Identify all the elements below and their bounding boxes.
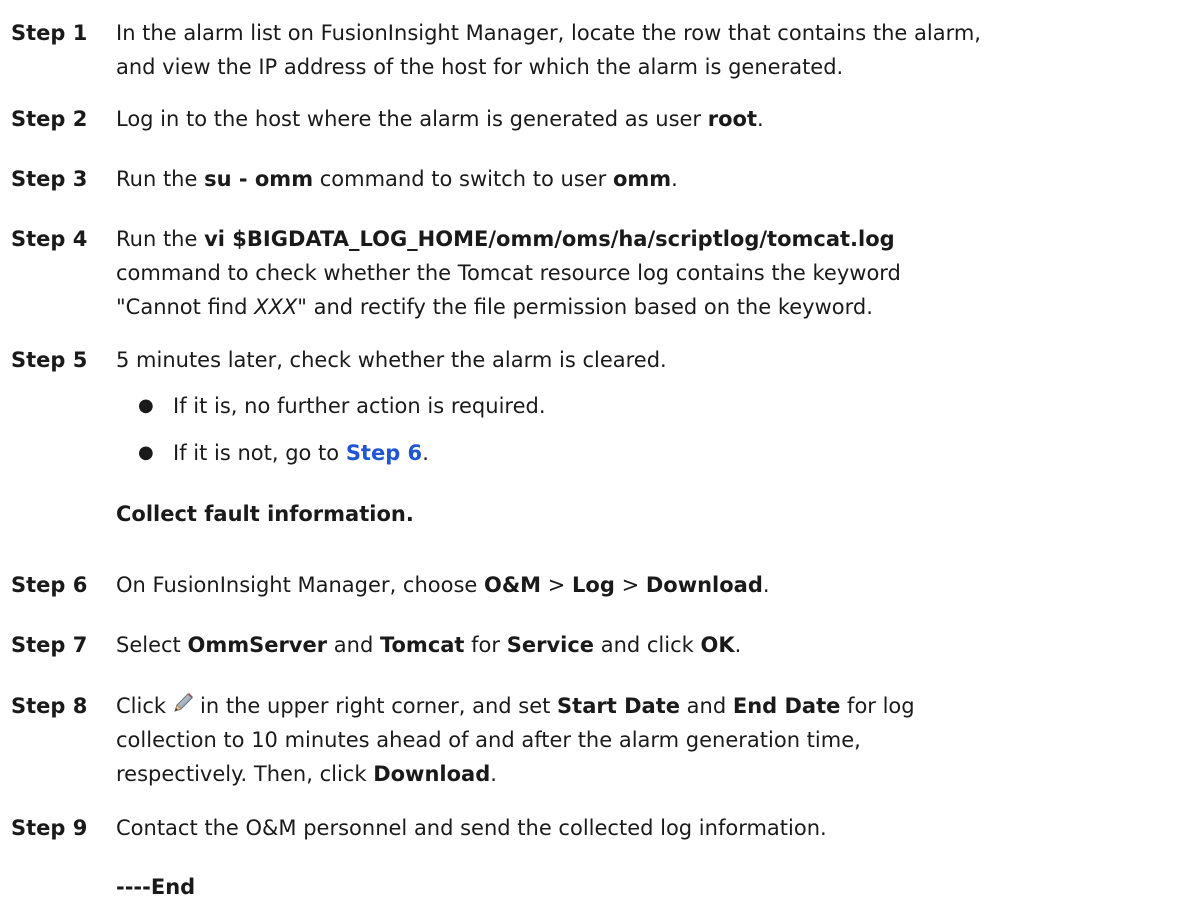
step-8-line-3-post: . bbox=[490, 762, 497, 786]
step-5-label: Step 5 bbox=[11, 348, 88, 372]
step-1-label: Step 1 bbox=[11, 21, 88, 45]
step-6-text-post: . bbox=[762, 573, 770, 597]
step-2-text: Log in to the host where the alarm is ge… bbox=[116, 102, 1178, 136]
end-mark: ----End bbox=[116, 875, 196, 899]
step-8-label: Step 8 bbox=[11, 694, 88, 718]
step-4-line-2: command to check whether the Tomcat reso… bbox=[116, 261, 901, 285]
step-4-label: Step 4 bbox=[11, 227, 88, 251]
step-7-text-1: Select bbox=[116, 633, 188, 657]
step-6-text-pre: On FusionInsight Manager, choose bbox=[116, 573, 485, 597]
menu-separator: > bbox=[614, 573, 646, 597]
step-8-text: Click in the upper right corner, and set … bbox=[116, 689, 1178, 791]
step-1-text: In the alarm list on FusionInsight Manag… bbox=[116, 16, 1178, 84]
step-7-text-4: and click bbox=[594, 633, 701, 657]
bullet-1-text: If it is, no further action is required. bbox=[173, 394, 546, 418]
step-2-text-post: . bbox=[757, 107, 764, 131]
ommserver-label: OmmServer bbox=[187, 633, 328, 657]
step-8-line-1: Click in the upper right corner, and set … bbox=[116, 689, 1178, 723]
bullet-2-post: . bbox=[422, 441, 429, 465]
step-4-line-3-pre: "Cannot find bbox=[116, 295, 255, 319]
step-7-text-2: and bbox=[327, 633, 380, 657]
step-1-line-1: In the alarm list on FusionInsight Manag… bbox=[116, 21, 981, 45]
bullet-2-pre: If it is not, go to bbox=[173, 441, 346, 465]
end-date-label: End Date bbox=[732, 694, 841, 718]
step-8-line-3: respectively. Then, click Download. bbox=[116, 757, 1178, 791]
step-6-link[interactable]: Step 6 bbox=[346, 441, 422, 465]
step-8-text-2: in the upper right corner, and set bbox=[200, 694, 558, 718]
step-6-label: Step 6 bbox=[11, 573, 88, 597]
menu-separator: > bbox=[541, 573, 573, 597]
bullet-icon: ● bbox=[138, 395, 154, 416]
step-4-line-3-post: " and rectify the file permission based … bbox=[297, 295, 873, 319]
menu-om: O&M bbox=[484, 573, 542, 597]
download-label: Download bbox=[373, 762, 491, 786]
step-8-line-3-pre: respectively. Then, click bbox=[116, 762, 374, 786]
menu-download: Download bbox=[645, 573, 763, 597]
step-7-text: Select OmmServer and Tomcat for Service … bbox=[116, 628, 1178, 662]
step-3-text: Run the su - omm command to switch to us… bbox=[116, 162, 1178, 196]
user-omm: omm bbox=[612, 167, 672, 191]
user-root: root bbox=[707, 107, 757, 131]
step-3-text-pre: Run the bbox=[116, 167, 205, 191]
su-command: su - omm bbox=[204, 167, 314, 191]
step-3-text-post: . bbox=[671, 167, 678, 191]
step-7-text-3: for bbox=[464, 633, 507, 657]
step-8-line-2: collection to 10 minutes ahead of and af… bbox=[116, 728, 861, 752]
step-6-text: On FusionInsight Manager, choose O&M > L… bbox=[116, 568, 1178, 602]
step-4-text: Run the vi $BIGDATA_LOG_HOME/omm/oms/ha/… bbox=[116, 222, 1178, 324]
step-7-label: Step 7 bbox=[11, 633, 88, 657]
step-7-text-5: . bbox=[734, 633, 742, 657]
step-9-label: Step 9 bbox=[11, 816, 88, 840]
service-label: Service bbox=[506, 633, 595, 657]
step-1-line-2: and view the IP address of the host for … bbox=[116, 55, 844, 79]
pencil-icon[interactable] bbox=[170, 690, 196, 716]
bullet-2-text: If it is not, go to Step 6. bbox=[173, 436, 429, 470]
step-8-text-4: for log bbox=[840, 694, 915, 718]
step-5-text: 5 minutes later, check whether the alarm… bbox=[116, 348, 667, 372]
step-2-text-pre: Log in to the host where the alarm is ge… bbox=[116, 107, 708, 131]
keyword-placeholder: XXX bbox=[254, 295, 298, 319]
step-8-text-3: and bbox=[679, 694, 733, 718]
step-4-line-3: "Cannot find XXX" and rectify the file p… bbox=[116, 290, 1178, 324]
bullet-icon: ● bbox=[138, 442, 154, 463]
menu-log: Log bbox=[572, 573, 615, 597]
step-8-text-1: Click bbox=[116, 694, 167, 718]
step-4-text-pre: Run the bbox=[116, 227, 205, 251]
vi-command: vi $BIGDATA_LOG_HOME/omm/oms/ha/scriptlo… bbox=[204, 227, 895, 251]
step-2-label: Step 2 bbox=[11, 107, 88, 131]
tomcat-label: Tomcat bbox=[379, 633, 465, 657]
section-heading: Collect fault information. bbox=[116, 502, 414, 526]
start-date-label: Start Date bbox=[557, 694, 680, 718]
procedure-page: Step 1 In the alarm list on FusionInsigh… bbox=[0, 0, 1186, 920]
step-3-label: Step 3 bbox=[11, 167, 88, 191]
step-3-text-mid: command to switch to user bbox=[313, 167, 613, 191]
step-9-text: Contact the O&M personnel and send the c… bbox=[116, 816, 827, 840]
step-4-line-1: Run the vi $BIGDATA_LOG_HOME/omm/oms/ha/… bbox=[116, 222, 1178, 256]
ok-label: OK bbox=[700, 633, 735, 657]
